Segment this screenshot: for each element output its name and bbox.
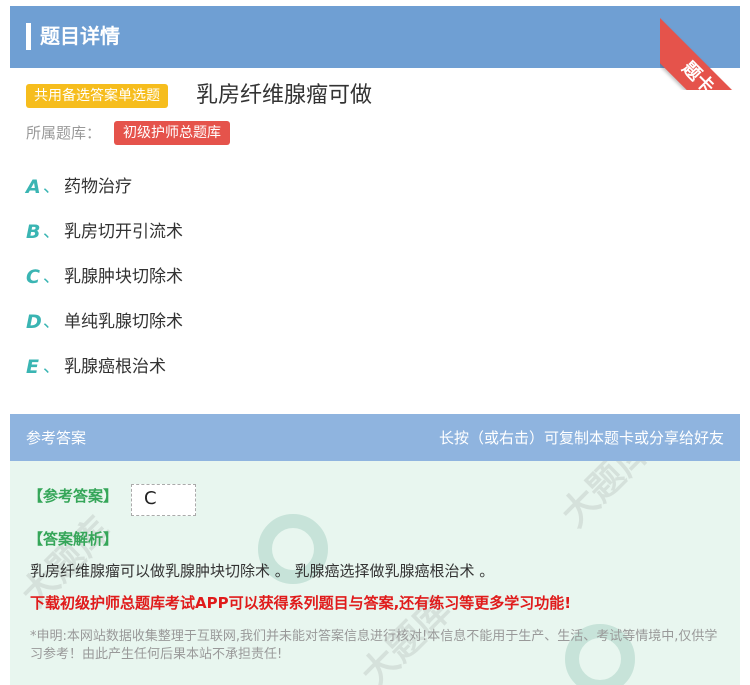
ribbon-text: 题卡: [677, 57, 718, 90]
share-hint: 长按（或右击）可复制本题卡或分享给好友: [438, 429, 724, 447]
option-separator: 、: [43, 222, 60, 242]
option-a[interactable]: A 、 药物治疗: [26, 172, 726, 202]
option-letter: B: [26, 221, 41, 243]
option-separator: 、: [43, 267, 60, 287]
answer-value-image: C: [131, 484, 196, 516]
option-text: 乳腺肿块切除术: [64, 267, 183, 287]
page-title: 题目详情: [40, 24, 120, 48]
option-letter: A: [26, 176, 41, 198]
header-accent-bar: [26, 23, 31, 50]
answer-card: 大题库 大题库 大题库 参考答案 长按（或右击）可复制本题卡或分享给好友 【参考…: [10, 414, 740, 685]
bank-name-tag[interactable]: 初级护师总题库: [114, 121, 230, 145]
ribbon-band: 题卡: [660, 18, 750, 90]
option-d[interactable]: D 、 单纯乳腺切除术: [26, 307, 726, 337]
option-text: 乳腺癌根治术: [64, 357, 166, 377]
question-card: 题目详情 共用备选答案单选题 乳房纤维腺瘤可做 所属题库： 初级护师总题库 A …: [10, 6, 740, 390]
corner-ribbon-badge: 题卡: [660, 0, 750, 90]
header-bar: 题目详情: [10, 6, 740, 68]
option-letter: C: [26, 266, 40, 288]
option-c[interactable]: C 、 乳腺肿块切除术: [26, 262, 726, 292]
answer-header-title: 参考答案: [26, 429, 87, 447]
answer-label: 【参考答案】: [28, 487, 119, 505]
analysis-label: 【答案解析】: [28, 530, 119, 548]
option-separator: 、: [43, 177, 60, 197]
option-letter: E: [26, 356, 39, 378]
option-separator: 、: [43, 312, 60, 332]
question-type-tag: 共用备选答案单选题: [26, 84, 168, 108]
option-text: 乳房切开引流术: [64, 222, 183, 242]
option-e[interactable]: E 、 乳腺癌根治术: [26, 352, 726, 382]
answer-header-bar: 参考答案 长按（或右击）可复制本题卡或分享给好友: [10, 414, 740, 461]
bank-label: 所属题库：: [26, 124, 102, 142]
disclaimer-text: *申明:本网站数据收集整理于互联网,我们并未能对答案信息进行核对!本信息不能用于…: [30, 629, 718, 662]
answer-value: C: [144, 488, 157, 509]
option-b[interactable]: B 、 乳房切开引流术: [26, 217, 726, 247]
option-text: 单纯乳腺切除术: [64, 312, 183, 332]
app-download-promo[interactable]: 下载初级护师总题库考试APP可以获得系列题目与答案,还有练习等更多学习功能!: [30, 592, 571, 614]
analysis-text: 乳房纤维腺瘤可以做乳腺肿块切除术 。 乳腺癌选择做乳腺癌根治术 。: [30, 562, 495, 580]
option-separator: 、: [43, 357, 60, 377]
question-title: 乳房纤维腺瘤可做: [196, 83, 373, 108]
option-letter: D: [26, 311, 42, 333]
option-text: 药物治疗: [64, 177, 132, 197]
